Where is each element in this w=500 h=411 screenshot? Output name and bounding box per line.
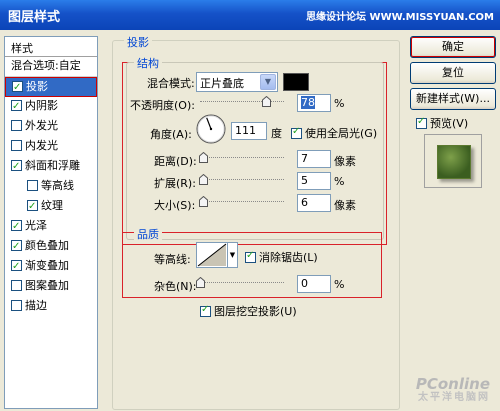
ok-button[interactable]: 确定 — [410, 36, 496, 58]
contour-picker[interactable] — [196, 242, 228, 268]
style-list-item[interactable]: 渐变叠加 — [5, 257, 97, 277]
noise-label: 杂色(N): — [154, 280, 197, 293]
drop-shadow-title: 投影 — [124, 34, 152, 50]
spread-slider[interactable] — [198, 174, 284, 185]
checkbox-icon[interactable] — [11, 258, 22, 276]
style-list-item[interactable]: 纹理 — [5, 197, 97, 217]
slider-thumb[interactable] — [198, 196, 208, 207]
angle-dial[interactable] — [196, 114, 226, 144]
spread-input[interactable]: 5 — [297, 172, 331, 190]
spread-unit: % — [334, 175, 345, 188]
checkbox-icon — [200, 304, 211, 317]
checkbox-icon[interactable] — [27, 179, 38, 191]
distance-label: 距离(D): — [154, 155, 197, 168]
slider-thumb[interactable] — [198, 174, 208, 185]
style-list-item-label: 外发光 — [25, 119, 58, 132]
style-list-header: 样式 — [5, 37, 97, 57]
watermark: 思缘设计论坛 WWW.MISSYUAN.COM — [306, 12, 494, 23]
distance-unit: 像素 — [334, 155, 356, 168]
opacity-input[interactable]: 78 — [297, 94, 331, 112]
style-list: 样式 混合选项:自定投影内阴影外发光内发光斜面和浮雕等高线纹理光泽颜色叠加渐变叠… — [4, 36, 98, 409]
quality-title: 品质 — [134, 226, 162, 242]
style-list-item[interactable]: 外发光 — [5, 117, 97, 137]
pconline-logo: PConline 太平洋电脑网 — [415, 375, 490, 404]
distance-slider[interactable] — [198, 152, 284, 163]
checkbox-icon[interactable] — [11, 299, 22, 311]
size-input[interactable]: 6 — [297, 194, 331, 212]
slider-thumb[interactable] — [198, 152, 208, 163]
checkbox-icon[interactable] — [27, 198, 38, 216]
size-unit: 像素 — [334, 199, 356, 212]
contour-label: 等高线: — [154, 253, 191, 266]
preview-checkbox[interactable]: 预览(V) — [416, 115, 468, 131]
new-style-button[interactable]: 新建样式(W)... — [410, 88, 496, 110]
checkbox-icon — [416, 116, 427, 129]
style-list-item-label: 投影 — [26, 80, 48, 93]
antialias-checkbox[interactable]: 消除锯齿(L) — [245, 249, 318, 265]
size-label: 大小(S): — [154, 199, 196, 212]
style-list-item-label: 光泽 — [25, 219, 47, 232]
style-list-item-label: 渐变叠加 — [25, 259, 69, 272]
blend-mode-label: 混合模式: — [147, 77, 195, 90]
preview-swatch — [437, 145, 471, 179]
style-list-item[interactable]: 混合选项:自定 — [5, 57, 97, 77]
structure-title: 结构 — [134, 55, 162, 71]
distance-input[interactable]: 7 — [297, 150, 331, 168]
title-bar: 图层样式 思缘设计论坛 WWW.MISSYUAN.COM — [0, 0, 500, 30]
blend-mode-value: 正片叠底 — [200, 77, 244, 90]
noise-unit: % — [334, 278, 345, 291]
style-list-item[interactable]: 光泽 — [5, 217, 97, 237]
shadow-color-swatch[interactable] — [283, 73, 309, 91]
contour-curve-icon — [197, 243, 227, 267]
style-list-item[interactable]: 颜色叠加 — [5, 237, 97, 257]
reset-button[interactable]: 复位 — [410, 62, 496, 84]
style-list-item-label: 斜面和浮雕 — [25, 159, 80, 172]
opacity-label: 不透明度(O): — [130, 99, 195, 112]
checkbox-icon[interactable] — [11, 139, 22, 151]
opacity-slider[interactable] — [200, 96, 284, 107]
style-list-item-label: 内阴影 — [25, 99, 58, 112]
style-list-item-label: 等高线 — [41, 179, 74, 192]
style-list-item-label: 描边 — [25, 299, 47, 312]
style-list-item[interactable]: 描边 — [5, 297, 97, 317]
dialog-body: 样式 混合选项:自定投影内阴影外发光内发光斜面和浮雕等高线纹理光泽颜色叠加渐变叠… — [0, 30, 500, 411]
slider-thumb[interactable] — [261, 96, 271, 107]
style-list-item-label: 图案叠加 — [25, 279, 69, 292]
style-list-item[interactable]: 图案叠加 — [5, 277, 97, 297]
checkbox-icon[interactable] — [12, 79, 23, 97]
style-list-item[interactable]: 斜面和浮雕 — [5, 157, 97, 177]
style-preview — [424, 134, 482, 188]
style-list-item[interactable]: 等高线 — [5, 177, 97, 197]
checkbox-icon[interactable] — [11, 218, 22, 236]
style-list-item-label: 颜色叠加 — [25, 239, 69, 252]
angle-input[interactable]: 111 — [231, 122, 267, 140]
spread-label: 扩展(R): — [154, 177, 196, 190]
style-list-item-label: 纹理 — [41, 199, 63, 212]
checkbox-icon[interactable] — [11, 98, 22, 116]
style-list-item-label: 混合选项:自定 — [11, 59, 81, 72]
slider-thumb[interactable] — [196, 277, 205, 288]
angle-label: 角度(A): — [150, 128, 192, 141]
noise-slider[interactable] — [196, 277, 284, 288]
checkbox-icon[interactable] — [11, 158, 22, 176]
style-list-item[interactable]: 内发光 — [5, 137, 97, 157]
style-list-item[interactable]: 内阴影 — [5, 97, 97, 117]
contour-dropdown-arrow[interactable]: ▼ — [228, 242, 238, 268]
style-list-item-label: 内发光 — [25, 139, 58, 152]
checkbox-icon[interactable] — [11, 238, 22, 256]
checkbox-icon — [245, 250, 256, 263]
blend-mode-select[interactable]: 正片叠底 ▼ — [196, 72, 278, 92]
angle-unit: 度 — [271, 127, 282, 140]
checkbox-icon[interactable] — [11, 119, 22, 131]
noise-input[interactable]: 0 — [297, 275, 331, 293]
style-list-item[interactable]: 投影 — [5, 77, 97, 97]
knockout-checkbox[interactable]: 图层挖空投影(U) — [200, 303, 297, 319]
checkbox-icon — [291, 126, 302, 139]
size-slider[interactable] — [198, 196, 284, 207]
opacity-unit: % — [334, 97, 345, 110]
window-title: 图层样式 — [8, 10, 61, 25]
checkbox-icon[interactable] — [11, 279, 22, 291]
chevron-down-icon: ▼ — [260, 74, 276, 90]
global-light-checkbox[interactable]: 使用全局光(G) — [291, 125, 377, 141]
